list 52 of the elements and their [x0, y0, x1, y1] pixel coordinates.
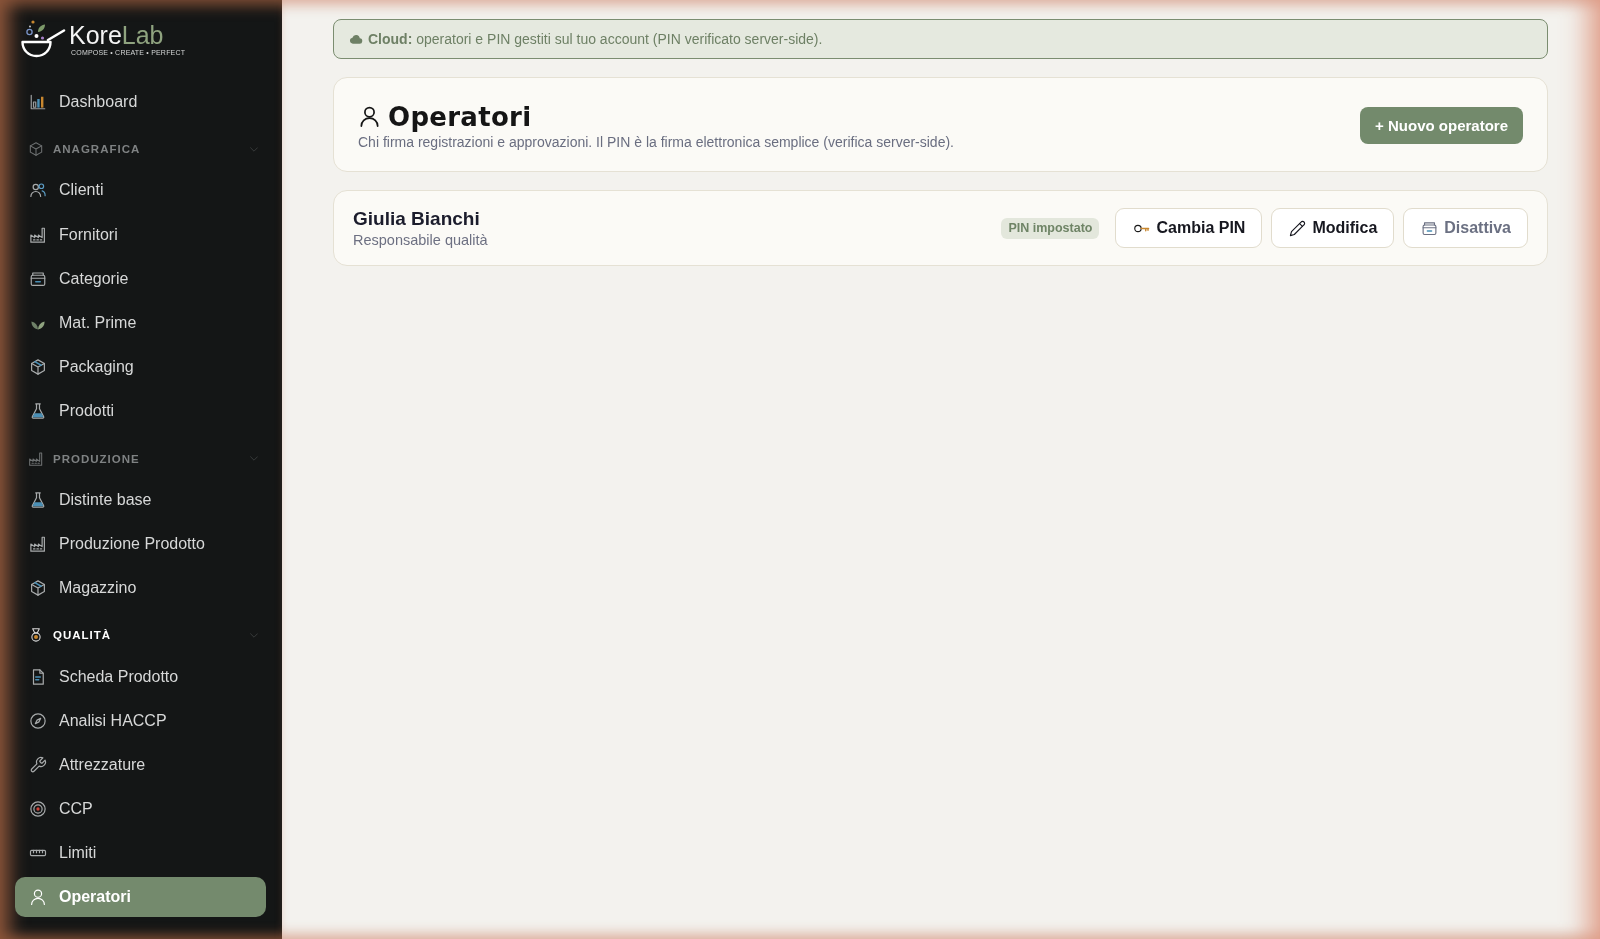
cube-icon	[28, 141, 44, 158]
cooking-pot-logo-icon	[20, 19, 66, 59]
flask-icon	[29, 402, 47, 421]
nav-item[interactable]: Limiti	[15, 833, 266, 874]
factory-icon	[29, 534, 47, 553]
nav-item[interactable]: Mat. Prime	[15, 303, 266, 344]
pencil-icon	[1289, 219, 1307, 237]
new-operator-button[interactable]: + Nuovo operatore	[1360, 107, 1523, 144]
target-icon	[29, 800, 47, 819]
page-subtitle: Chi firma registrazioni e approvazioni. Il PIN è la firma elettronica semplice (verifica server-side).	[358, 132, 955, 152]
nav-item[interactable]: Analisi HACCP	[15, 700, 266, 741]
nav-item[interactable]: Clienti	[15, 170, 266, 211]
file-box-icon	[1421, 219, 1439, 237]
package-icon	[29, 579, 47, 598]
section-toggle[interactable]: ANAGRAFICA	[15, 135, 266, 164]
nav-item[interactable]: Fornitori	[15, 214, 266, 255]
user-icon	[358, 105, 381, 128]
nav-item[interactable]: Operatori	[15, 877, 266, 918]
medal-icon	[28, 627, 44, 644]
deactivate-button[interactable]: Disattiva	[1403, 208, 1528, 248]
flask-icon	[29, 490, 47, 509]
section-toggle[interactable]: PRODUZIONE	[15, 444, 266, 473]
nav-item[interactable]: Categorie	[15, 258, 266, 299]
section-toggle[interactable]: QUALITÀ	[15, 621, 266, 650]
edit-button[interactable]: Modifica	[1271, 208, 1395, 248]
factory-icon	[29, 225, 47, 244]
cloud-icon	[349, 34, 363, 44]
nav-item[interactable]: Magazzino	[15, 568, 266, 609]
nav-item[interactable]: Produzione Prodotto	[15, 523, 266, 564]
file-box-icon	[29, 269, 47, 288]
pin-status-badge: PIN impostato	[1001, 217, 1100, 239]
bar-chart-icon	[29, 93, 47, 112]
factory-icon	[28, 450, 44, 467]
sprout-icon	[31, 320, 45, 330]
nav-item[interactable]: Scheda Prodotto	[15, 656, 266, 697]
nav-item[interactable]: Prodotti	[15, 391, 266, 432]
operator-name: Giulia Bianchi	[353, 206, 481, 231]
compass-icon	[29, 711, 47, 730]
package-icon	[29, 358, 47, 377]
nav-item[interactable]: Distinte base	[15, 479, 266, 520]
users-icon	[29, 181, 47, 200]
nav-item[interactable]: CCP	[15, 789, 266, 830]
logo-wordmark: KoreLab	[69, 21, 165, 48]
operator-role: Responsabile qualità	[353, 230, 489, 250]
user-icon	[29, 888, 47, 907]
banner-text: Cloud: operatori e PIN gestiti sul tuo account (PIN verificato server-side).	[368, 31, 823, 47]
page-title: Operatori	[388, 101, 532, 132]
nav-item[interactable]: Attrezzature	[15, 744, 266, 785]
nav-item[interactable]: Packaging	[15, 347, 266, 388]
nav-item[interactable]: Dashboard	[15, 82, 266, 123]
wrench-icon	[29, 755, 47, 774]
change-pin-button[interactable]: Cambia PIN	[1115, 208, 1263, 248]
